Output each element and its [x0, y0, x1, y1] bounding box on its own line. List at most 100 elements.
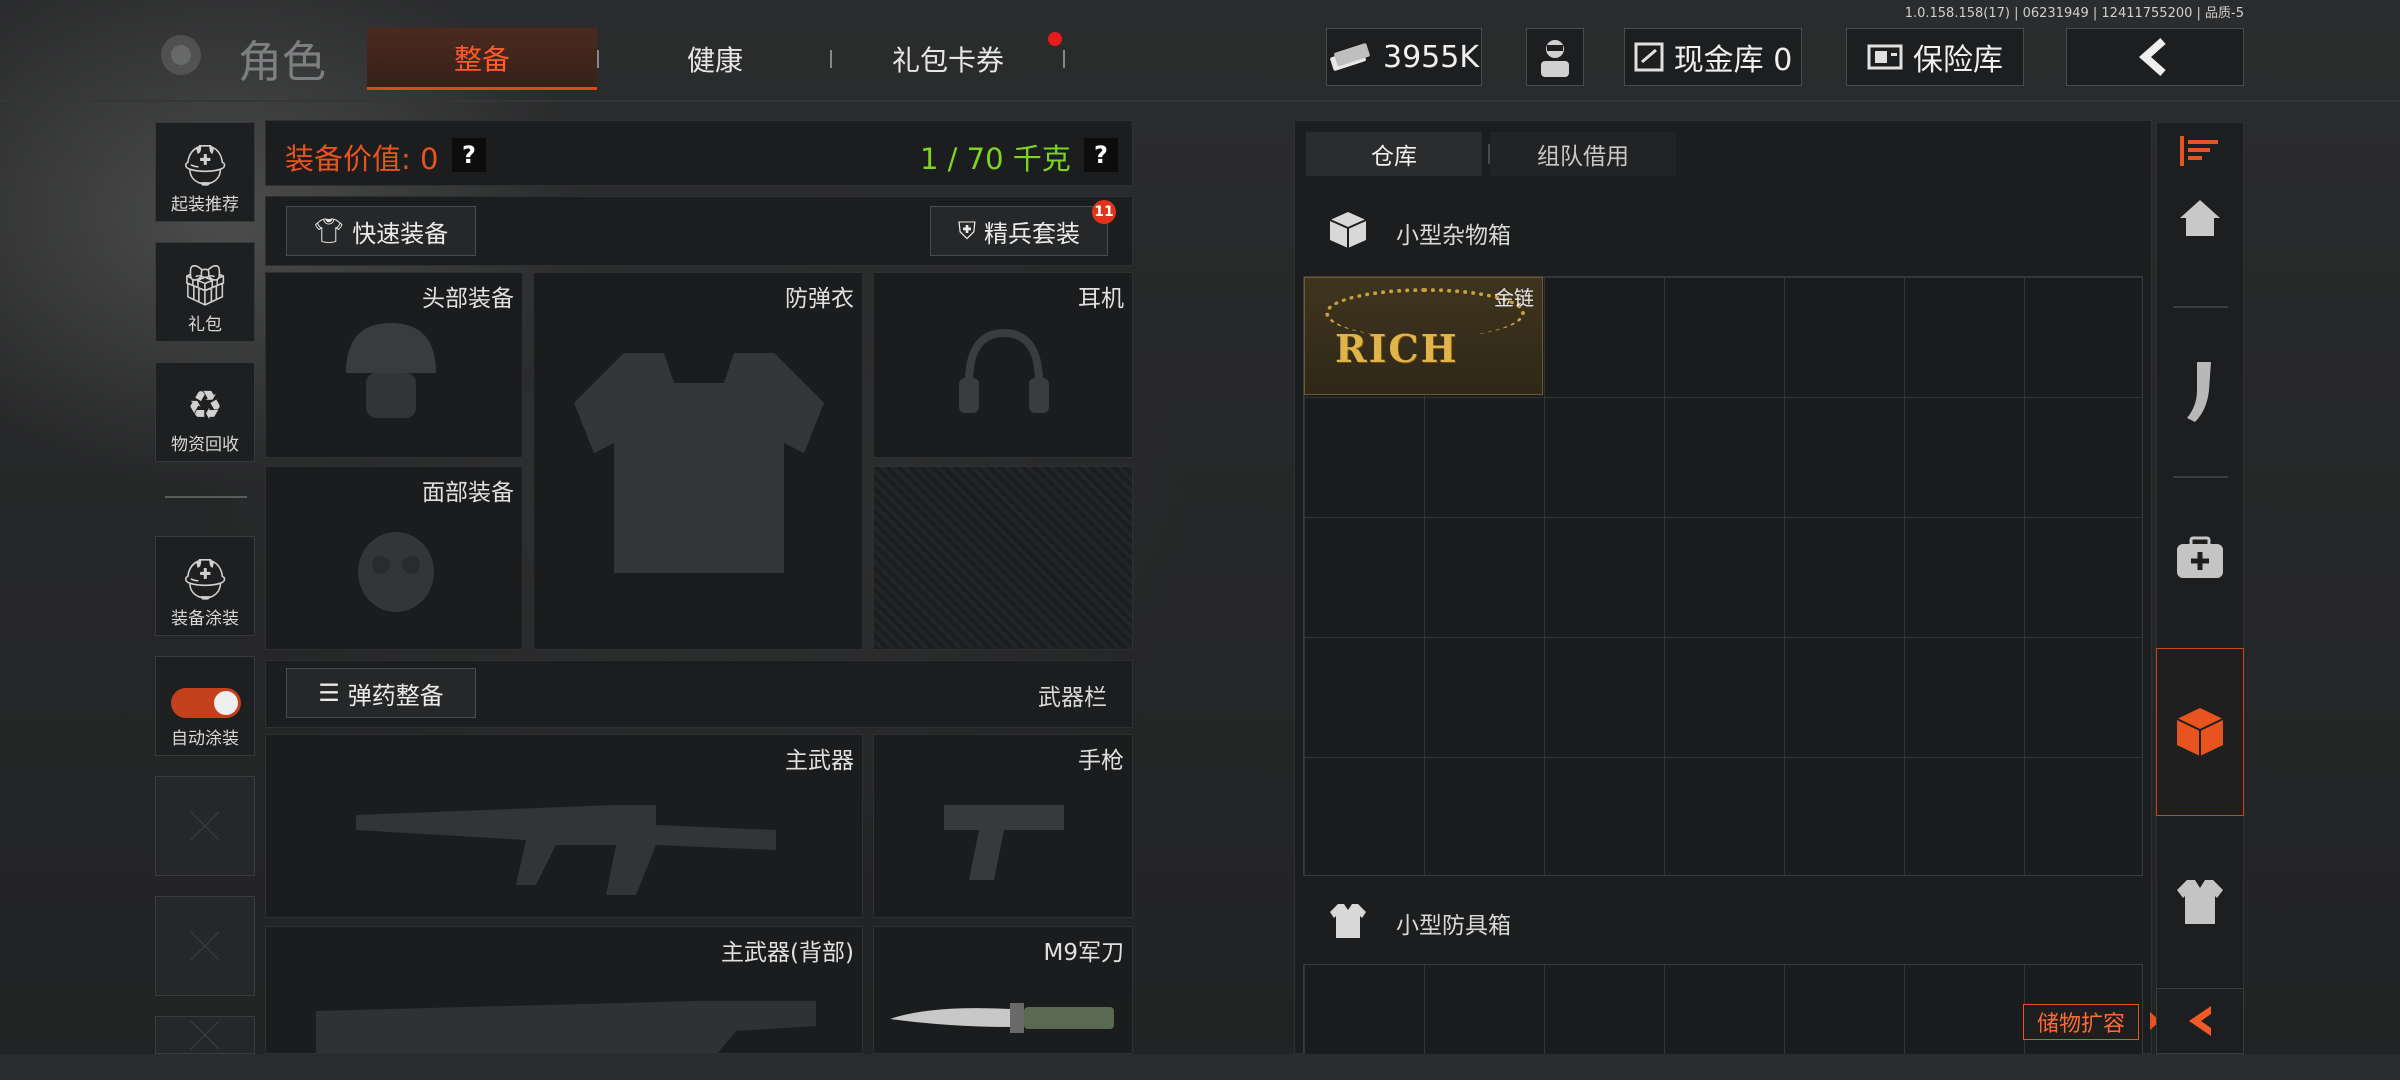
knife-icon: [890, 1003, 1114, 1033]
pistol-icon: [944, 805, 1064, 880]
primary-weapon-slot[interactable]: 主武器: [265, 734, 863, 918]
loadout-recommend-icon: ⛑: [179, 143, 231, 189]
tab-separator: [597, 50, 599, 68]
home-icon[interactable]: [2156, 196, 2244, 240]
sidebar-item-recommend[interactable]: ⛑ 起装推荐: [155, 122, 255, 222]
melee-slot[interactable]: M9军刀: [873, 926, 1133, 1054]
slot-label: M9军刀: [1043, 940, 1124, 966]
header-divider: [0, 100, 2400, 102]
weight-capacity: 1 / 70 千克: [920, 142, 1071, 176]
tab-separator: [1063, 50, 1065, 68]
storage-tab-team-loan[interactable]: 组队借用: [1490, 132, 1676, 176]
primary-back-slot[interactable]: 主武器(背部): [265, 926, 863, 1055]
section-title-misc-box: 小型杂物箱: [1396, 223, 1511, 249]
sidebar-item-label: 物资回收: [171, 435, 239, 455]
role-emblem-icon: [150, 24, 212, 86]
sidebar-divider: [165, 496, 247, 498]
gas-mask-icon: [358, 532, 434, 612]
quick-equip-button[interactable]: 👕︎ 快速装备: [286, 206, 476, 256]
filter-icon[interactable]: [2156, 132, 2244, 168]
vest-rail-icon[interactable]: [2156, 876, 2244, 926]
rifle-icon: [356, 805, 776, 895]
notification-dot: [1048, 32, 1062, 46]
gift-icon: 🎁︎: [179, 263, 231, 309]
gold-chain-art: RICH: [1335, 326, 1459, 371]
tab-separator: [830, 50, 832, 68]
body-armor-slot[interactable]: 防弹衣: [533, 272, 863, 650]
cargo-box-icon: [1328, 210, 1368, 250]
back-button[interactable]: [2066, 28, 2244, 86]
auto-paint-toggle[interactable]: [171, 688, 241, 718]
sidebar-item-label: 装备涂装: [171, 609, 239, 629]
weapon-bar-label: 武器栏: [1038, 685, 1107, 711]
ammo-prep-label: 弹药整备: [347, 681, 444, 710]
item-name: 金链: [1494, 286, 1534, 310]
elite-set-label: 精兵套装: [984, 219, 1080, 248]
pistol-slot[interactable]: 手枪: [873, 734, 1133, 918]
tab-health[interactable]: 健康: [600, 28, 830, 90]
page-title: 角色: [238, 37, 326, 88]
equipment-value: 装备价值: 0: [285, 142, 439, 176]
shield-icon: ⛨: [958, 217, 976, 245]
paint-icon: ⛑: [179, 557, 231, 603]
medkit-icon[interactable]: [2156, 536, 2244, 580]
slot-label: 主武器(背部): [721, 940, 854, 966]
empty-side-slot: [155, 1016, 255, 1054]
version-info: 1.0.158.158(17) | 06231949 | 12411755200…: [1904, 6, 2244, 21]
head-gear-slot[interactable]: 头部装备: [265, 272, 523, 458]
back-arrow-icon: [2135, 37, 2175, 77]
rifle-back-icon: [316, 1001, 816, 1055]
headset-icon: [959, 328, 1049, 413]
cash-stack-icon: [1329, 42, 1371, 72]
sidebar-item-label: 起装推荐: [171, 195, 239, 215]
safe-icon: [1867, 44, 1903, 70]
quick-equip-label: 快速装备: [352, 219, 449, 248]
currency-amount: 3955K: [1382, 39, 1480, 75]
ammo-prep-button[interactable]: ☰ 弹药整备: [286, 668, 476, 718]
sidebar-item-label: 礼包: [188, 315, 222, 335]
value-help-button[interactable]: ?: [452, 138, 486, 172]
crate-icon[interactable]: [2156, 706, 2244, 758]
elite-set-button[interactable]: ⛨ 精兵套装: [930, 206, 1108, 256]
collapse-panel-button[interactable]: [2156, 988, 2244, 1054]
slot-label: 耳机: [1078, 286, 1124, 312]
sidebar-item-paint[interactable]: ⛑ 装备涂装: [155, 536, 255, 636]
sidebar-item-gift[interactable]: 🎁︎ 礼包: [155, 242, 255, 342]
storage-tab-warehouse[interactable]: 仓库: [1306, 132, 1482, 176]
elite-set-badge: 11: [1092, 200, 1116, 224]
sidebar-item-label: 自动涂装: [171, 729, 239, 749]
rail-divider: [2173, 476, 2228, 478]
collapse-icon: [2189, 1006, 2211, 1036]
tab-loadout[interactable]: 整备: [367, 28, 597, 90]
bottom-strip: [0, 1054, 2400, 1080]
vest-icon: [574, 353, 824, 573]
ammo-icon: ☰: [318, 679, 340, 707]
vault-icon: [1634, 42, 1664, 72]
slot-label: 防弹衣: [785, 286, 854, 312]
slot-label: 手枪: [1078, 748, 1124, 774]
slot-label: 主武器: [785, 748, 854, 774]
rail-divider: [2173, 306, 2228, 308]
currency-display[interactable]: 3955K: [1326, 28, 1482, 86]
weight-help-button[interactable]: ?: [1084, 138, 1118, 172]
tab-gift-coupons[interactable]: 礼包卡券: [833, 28, 1063, 90]
face-gear-slot[interactable]: 面部装备: [265, 466, 523, 650]
empty-side-slot: [155, 896, 255, 996]
recycle-icon: ♻: [187, 383, 223, 429]
cash-vault-label: 现金库 0: [1673, 43, 1793, 78]
slot-label: 头部装备: [422, 286, 514, 312]
cash-vault-button[interactable]: 现金库 0: [1624, 28, 1802, 86]
safe-vault-button[interactable]: 保险库: [1846, 28, 2024, 86]
inventory-item-gold-chain[interactable]: RICH 金链: [1304, 277, 1543, 395]
section-title-armor-box: 小型防具箱: [1396, 913, 1511, 939]
sidebar-item-recycle[interactable]: ♻ 物资回收: [155, 362, 255, 462]
helmet-icon: [346, 323, 436, 418]
shirt-icon: 👕︎: [313, 217, 345, 245]
slot-label: 面部装备: [422, 480, 514, 506]
storage-expand-button[interactable]: 储物扩容: [2023, 1004, 2139, 1040]
headset-slot[interactable]: 耳机: [873, 272, 1133, 458]
operator-button[interactable]: [1526, 28, 1584, 86]
armor-box-icon: [1328, 900, 1368, 940]
magazine-icon[interactable]: [2156, 360, 2244, 424]
empty-side-slot: [155, 776, 255, 876]
